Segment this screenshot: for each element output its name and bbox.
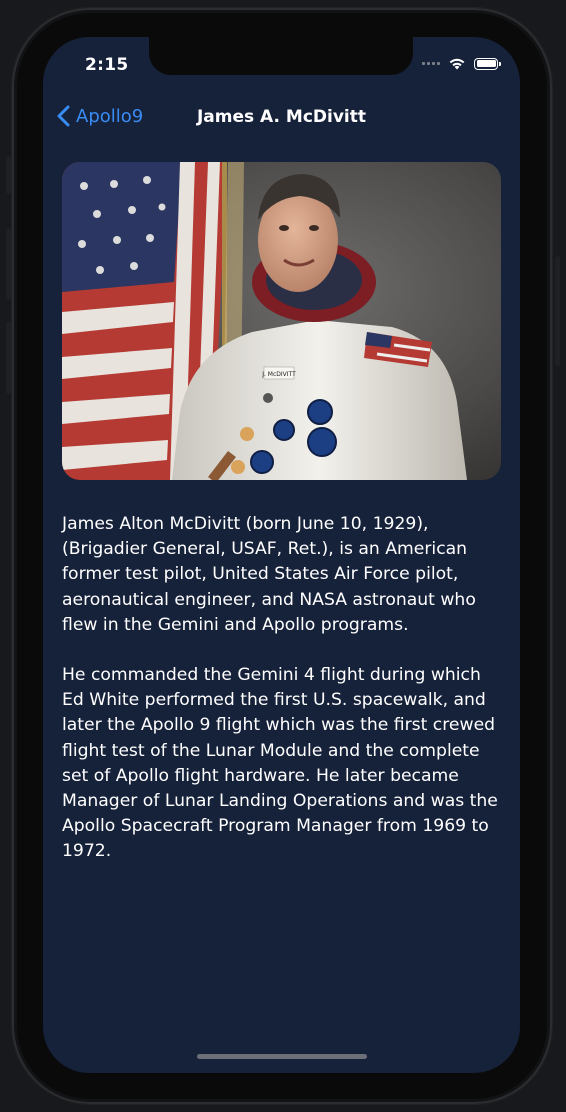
bio-paragraph: James Alton McDivitt (born June 10, 1929…	[62, 514, 476, 635]
notch	[149, 37, 413, 75]
volume-down-button	[6, 322, 11, 394]
navigation-bar: Apollo9 James A. McDivitt	[43, 101, 520, 135]
battery-icon	[474, 57, 501, 70]
status-time: 2:15	[85, 55, 129, 75]
power-button	[555, 256, 560, 366]
page-title: James A. McDivitt	[196, 107, 367, 127]
volume-up-button	[6, 228, 11, 300]
app-screen: 2:15 Apollo9 James A. McDivitt J. McDIVI…	[43, 37, 520, 1073]
wifi-icon	[449, 58, 465, 70]
bio-paragraph: He commanded the Gemini 4 flight during …	[62, 665, 498, 862]
status-icons	[422, 57, 501, 70]
silent-switch	[6, 156, 11, 194]
biography: James Alton McDivitt (born June 10, 1929…	[62, 512, 507, 890]
astronaut-portrait: J. McDIVITT	[62, 162, 501, 480]
cellular-signal-icon	[422, 62, 440, 65]
name-tag-text: J. McDIVITT	[261, 371, 296, 378]
home-indicator[interactable]	[197, 1054, 367, 1059]
